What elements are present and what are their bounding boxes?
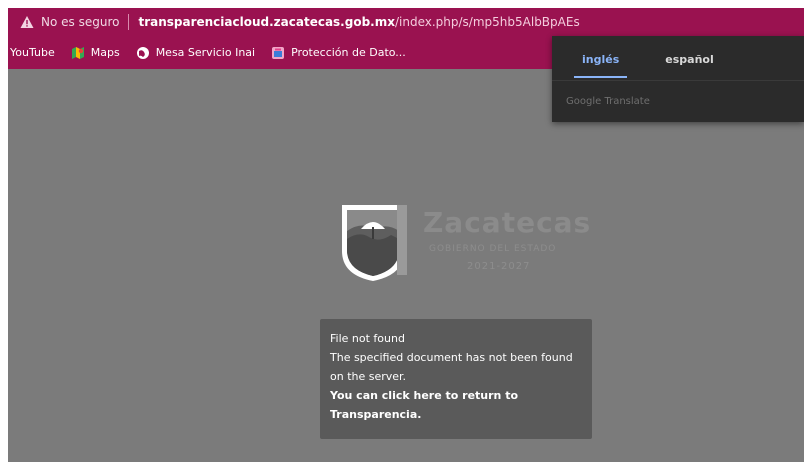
- translate-footer: Google Translate: [566, 96, 650, 107]
- bookmark-label: Protección de Dato...: [291, 46, 406, 59]
- browser-window: No es seguro transparenciacloud.zacateca…: [8, 8, 804, 462]
- logo-years: 2021-2027: [467, 261, 531, 272]
- bookmark-youtube[interactable]: YouTube: [10, 46, 55, 59]
- zacatecas-logo: Zacatecas GOBIERNO DEL ESTADO 2021-2027: [339, 201, 590, 286]
- bookmark-label: Mesa Servicio Inai: [155, 46, 256, 59]
- bookmark-label: Maps: [90, 46, 120, 59]
- maps-icon: [71, 46, 84, 59]
- url-host: transparenciacloud.zacatecas.gob.mx: [138, 15, 395, 29]
- bookmark-mesa-servicio-inai[interactable]: Mesa Servicio Inai: [136, 46, 255, 60]
- globe-icon: [136, 46, 149, 59]
- error-message-box: File not found The specified document ha…: [320, 319, 592, 439]
- error-message-line-1: The specified document has not been foun…: [330, 351, 573, 364]
- bookmark-proteccion-datos[interactable]: Protección de Dato...: [271, 46, 406, 60]
- tab-english[interactable]: inglés: [574, 43, 628, 78]
- security-status-label[interactable]: No es seguro: [41, 15, 119, 29]
- crest-icon: [342, 205, 407, 281]
- error-title: File not found: [330, 332, 405, 345]
- url-text[interactable]: transparenciacloud.zacatecas.gob.mx/inde…: [138, 15, 579, 29]
- warning-icon: [20, 16, 34, 28]
- url-path: /index.php/s/mp5hb5AlbBpAEs: [394, 15, 580, 29]
- tab-spanish[interactable]: español: [657, 43, 721, 74]
- error-message-line-2: on the server.: [330, 370, 407, 383]
- bookmark-label: YouTube: [10, 46, 55, 59]
- logo-title: Zacatecas: [423, 206, 592, 239]
- address-bar[interactable]: No es seguro transparenciacloud.zacateca…: [8, 8, 804, 36]
- translate-language-tabs: inglés español: [552, 36, 804, 81]
- google-translate-popup: inglés español Google Translate: [552, 36, 804, 122]
- return-to-transparencia-link[interactable]: You can click here to return to Transpar…: [330, 386, 582, 424]
- address-separator: [128, 14, 130, 30]
- bookmark-maps[interactable]: Maps: [71, 46, 120, 60]
- bookmark-favicon-icon: [272, 46, 285, 59]
- logo-subtitle: GOBIERNO DEL ESTADO: [429, 244, 557, 254]
